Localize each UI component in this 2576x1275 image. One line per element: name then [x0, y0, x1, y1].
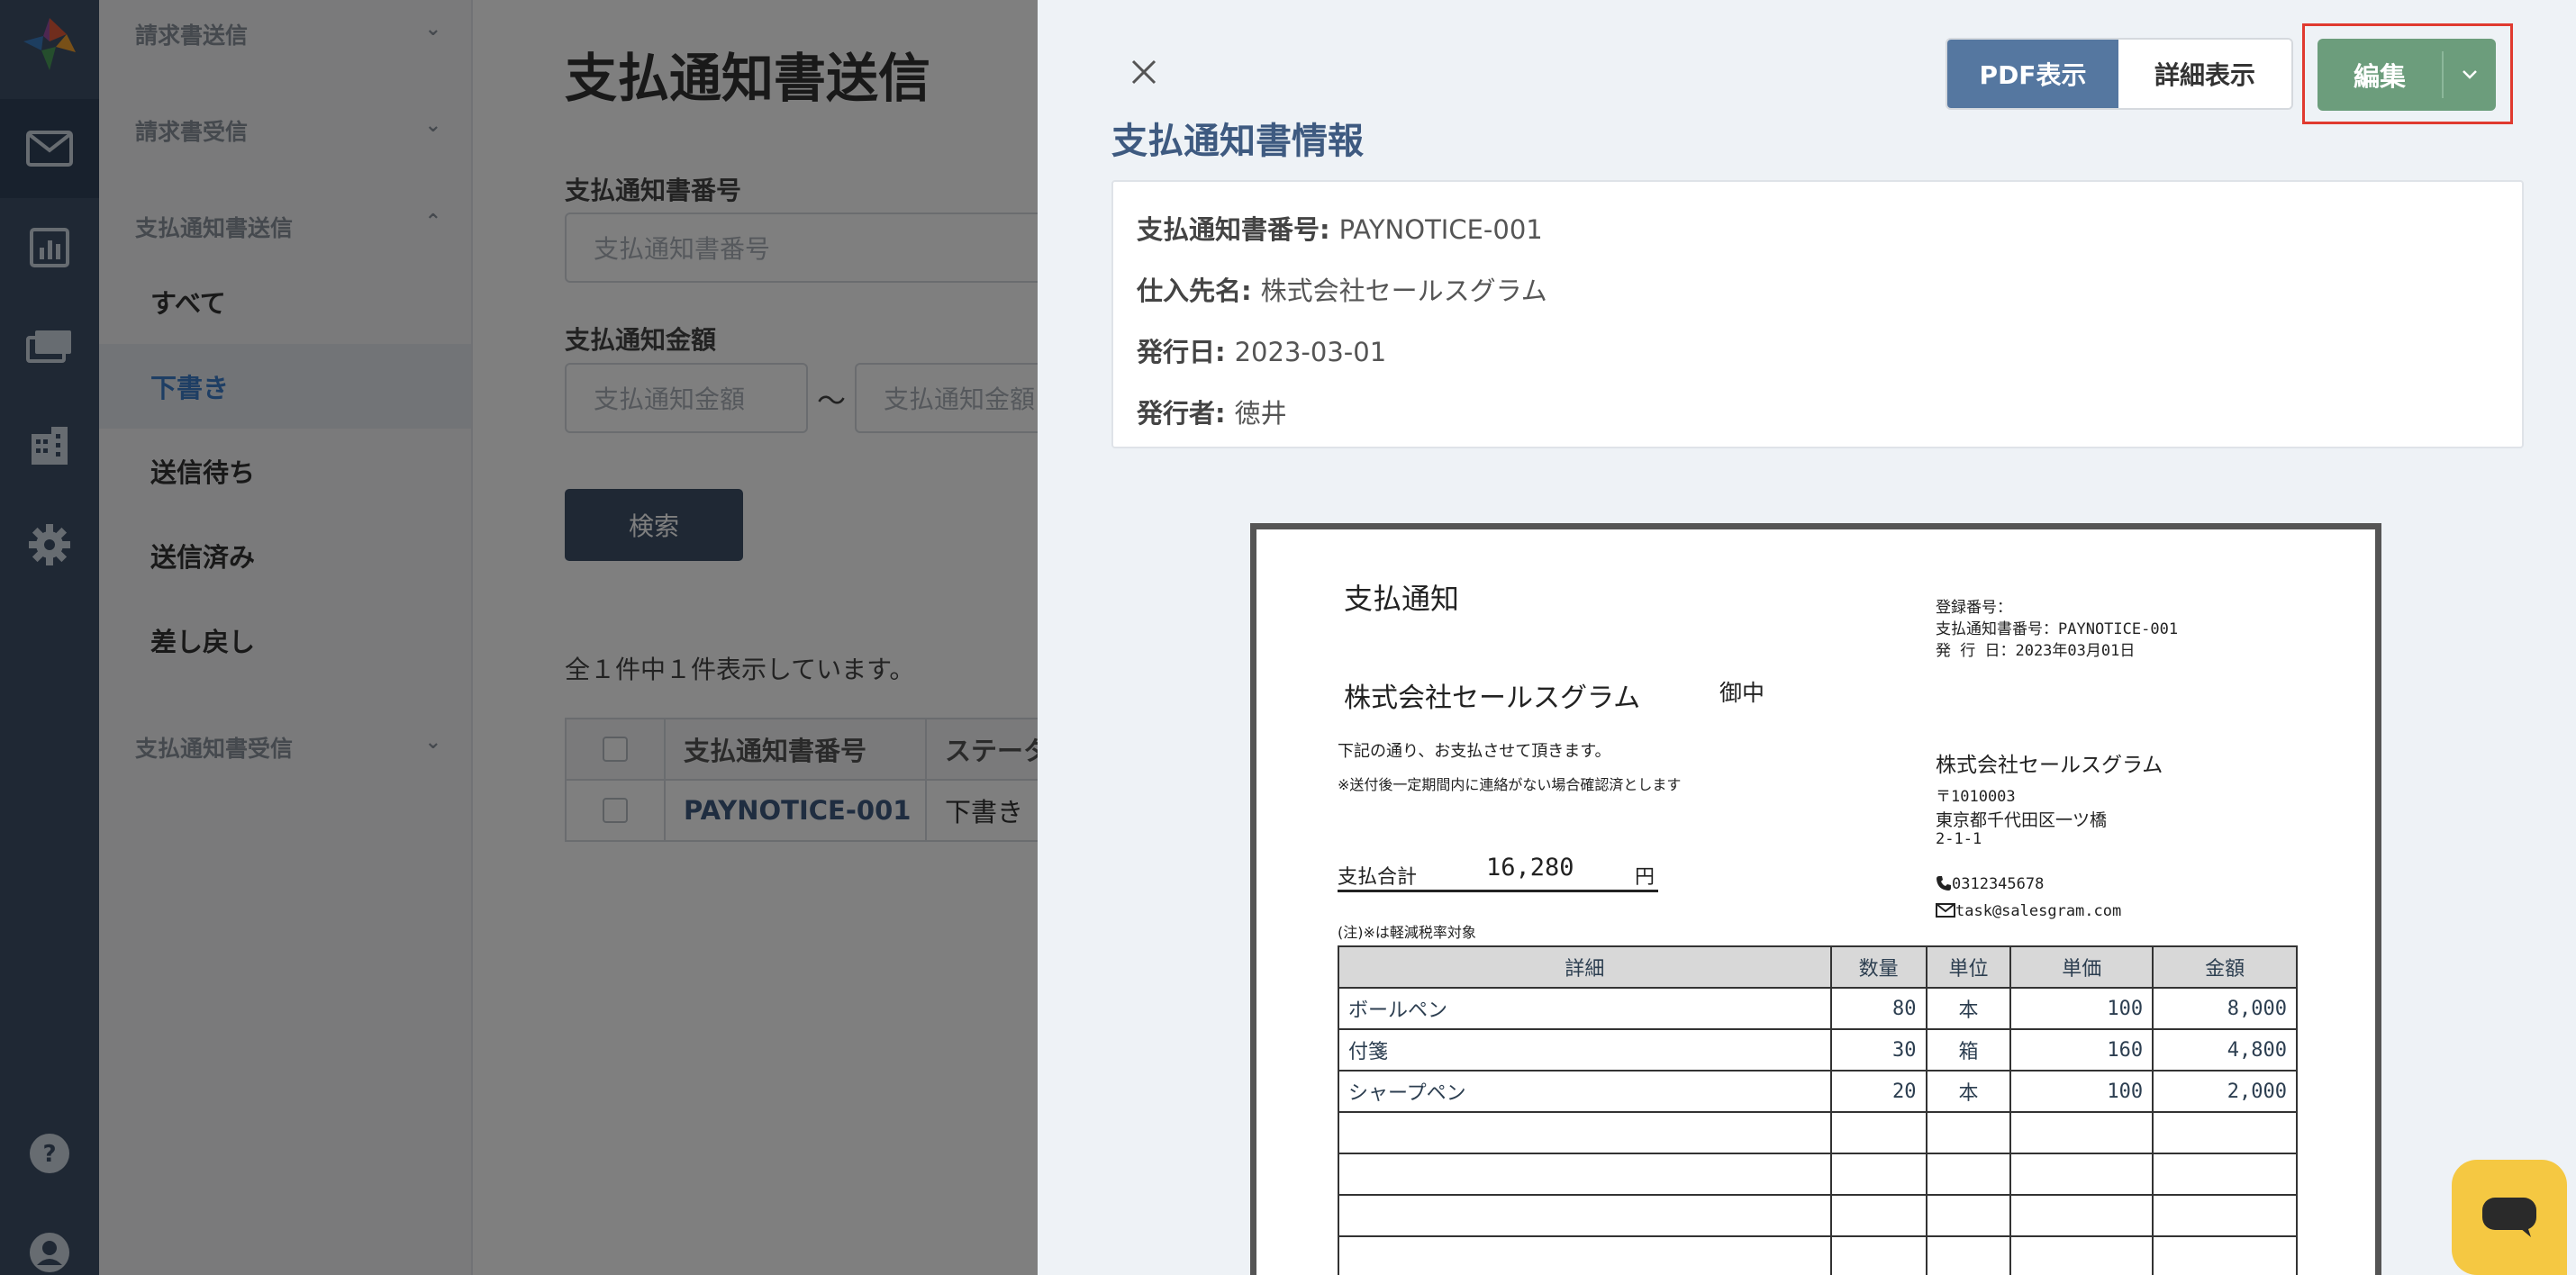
- doc-sender-phone-value: 0312345678: [1952, 875, 2045, 893]
- doc-sender-zip: 〒1010003: [1936, 788, 2016, 806]
- info-row-number: 支払通知書番号: PAYNOTICE-001: [1137, 209, 1543, 247]
- doc-sender-address: 2-1-1: [1936, 830, 1982, 848]
- info-label: 発行者:: [1137, 398, 1226, 429]
- doc-cell-price: 160: [2009, 1028, 2154, 1072]
- table-row: 付箋 30 箱 160 4,800: [1338, 1028, 2298, 1072]
- doc-cell-amount: 2,000: [2152, 1070, 2298, 1113]
- doc-sender-name: 株式会社セールスグラム: [1936, 754, 2163, 777]
- edit-button[interactable]: 編集: [2317, 51, 2444, 98]
- info-row-issue-date: 発行日: 2023-03-01: [1137, 331, 1386, 369]
- doc-cell-qty: 20: [1829, 1070, 1927, 1113]
- doc-recipient: 株式会社セールスグラム: [1344, 683, 1641, 714]
- doc-note: ※送付後一定期間内に連絡がない場合確認済とします: [1338, 776, 1682, 793]
- info-value: 株式会社セールスグラム: [1260, 276, 1547, 306]
- doc-cell-qty: 30: [1829, 1028, 1927, 1072]
- doc-sender-address: 東京都千代田区一ツ橋: [1936, 810, 2108, 830]
- doc-reg-no: 登録番号：: [1936, 599, 2012, 617]
- table-row: ボールペン 80 本 100 8,000: [1338, 987, 2298, 1030]
- doc-cell-unit: 本: [1925, 987, 2012, 1030]
- doc-sender-email: task@salesgram.com: [1936, 902, 2121, 920]
- chat-launcher-button[interactable]: [2452, 1160, 2567, 1275]
- tab-detail-view[interactable]: 詳細表示: [2118, 40, 2291, 108]
- doc-items-table: 詳細 数量 単位 単価 金額 ボールペン 80 本 100 8,000 付箋 3: [1338, 945, 2298, 1275]
- table-row-empty: [1338, 1153, 2298, 1196]
- email-icon: [1936, 903, 1955, 918]
- table-row-empty: [1338, 1111, 2298, 1154]
- view-toggle: PDF表示 詳細表示: [1946, 38, 2293, 110]
- doc-issue-date: 発 行 日：2023年03月01日: [1936, 642, 2136, 660]
- doc-cell-qty: 80: [1829, 987, 1927, 1030]
- info-value: 2023-03-01: [1234, 337, 1387, 367]
- info-label: 発行日:: [1137, 337, 1226, 367]
- doc-column-header: 詳細: [1338, 945, 1832, 989]
- edit-split-button: 編集: [2317, 39, 2496, 111]
- info-card: 支払通知書番号: PAYNOTICE-001 仕入先名: 株式会社セールスグラム 発…: [1111, 180, 2524, 448]
- info-value: PAYNOTICE-001: [1338, 214, 1543, 245]
- doc-cell-unit: 本: [1925, 1070, 2012, 1113]
- info-label: 支払通知書番号:: [1137, 214, 1330, 245]
- doc-total-unit: 円: [1635, 866, 1655, 889]
- chat-icon: [2482, 1198, 2536, 1237]
- doc-cell-unit: 箱: [1925, 1028, 2012, 1072]
- doc-total-label: 支払合計: [1338, 866, 1418, 889]
- doc-note: 下記の通り、お支払させて頂きます。: [1338, 742, 1611, 761]
- chevron-down-icon: [2463, 70, 2477, 79]
- doc-cell-amount: 4,800: [2152, 1028, 2298, 1072]
- doc-column-header: 単価: [2009, 945, 2154, 989]
- tab-pdf-view[interactable]: PDF表示: [1947, 40, 2118, 108]
- table-row-empty: [1338, 1235, 2298, 1275]
- doc-honorific: 御中: [1719, 680, 1765, 706]
- table-row: シャープペン 20 本 100 2,000: [1338, 1070, 2298, 1113]
- modal-backdrop[interactable]: [0, 0, 1038, 1275]
- doc-column-header: 数量: [1829, 945, 1927, 989]
- doc-cell-price: 100: [2009, 1070, 2154, 1113]
- phone-icon: [1937, 876, 1951, 891]
- pdf-preview: 支払通知 登録番号： 支払通知書番号：PAYNOTICE-001 発 行 日：2…: [1250, 523, 2381, 1275]
- doc-column-header: 単位: [1925, 945, 2012, 989]
- doc-sender-email-value: task@salesgram.com: [1955, 902, 2122, 920]
- doc-title: 支払通知: [1344, 582, 1460, 616]
- doc-cell-price: 100: [2009, 987, 2154, 1030]
- doc-sender-phone: 0312345678: [1936, 875, 2044, 893]
- info-row-supplier: 仕入先名: 株式会社セールスグラム: [1137, 270, 1547, 308]
- doc-column-header: 金額: [2152, 945, 2298, 989]
- doc-cell-amount: 8,000: [2152, 987, 2298, 1030]
- doc-number: 支払通知書番号：PAYNOTICE-001: [1936, 620, 2179, 638]
- close-icon: [1131, 59, 1156, 85]
- section-title: 支払通知書情報: [1111, 121, 1364, 162]
- close-button[interactable]: [1122, 50, 1166, 94]
- doc-cell-detail: シャープペン: [1338, 1070, 1832, 1113]
- doc-total-underline: [1338, 890, 1658, 892]
- info-label: 仕入先名:: [1137, 276, 1252, 306]
- info-row-issuer: 発行者: 徳井: [1137, 393, 1287, 430]
- doc-tax-note: (注)※は軽減税率対象: [1338, 924, 1476, 941]
- edit-dropdown-toggle[interactable]: [2444, 39, 2496, 111]
- detail-drawer: PDF表示 詳細表示 編集 支払通知書情報 支払通知書番号: PAYNOTICE-…: [1038, 0, 2576, 1275]
- table-row-empty: [1338, 1194, 2298, 1237]
- doc-cell-detail: ボールペン: [1338, 987, 1832, 1030]
- edit-highlight-frame: 編集: [2302, 23, 2513, 124]
- info-value: 徳井: [1234, 398, 1287, 429]
- doc-total-value: 16,280: [1486, 854, 1574, 882]
- doc-cell-detail: 付箋: [1338, 1028, 1832, 1072]
